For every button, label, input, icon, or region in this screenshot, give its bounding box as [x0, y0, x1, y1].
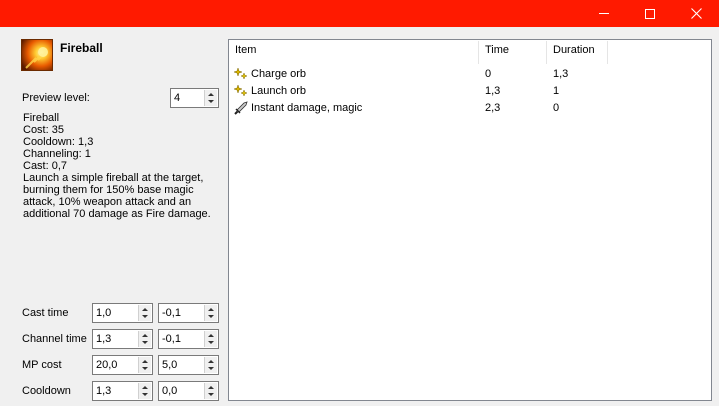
maximize-icon [645, 8, 655, 19]
stepper-arrows[interactable] [204, 331, 217, 347]
minimize-button[interactable] [581, 0, 627, 27]
channel-time-base-value[interactable]: 1,3 [96, 333, 111, 345]
list-item[interactable]: Charge orb 0 1,3 [229, 66, 711, 83]
column-divider[interactable] [546, 41, 547, 64]
skill-description: Fireball Cost: 35 Cooldown: 1,3 Channeli… [23, 112, 218, 220]
stepper-arrows[interactable] [204, 383, 217, 399]
cast-time-base-value[interactable]: 1,0 [96, 307, 111, 319]
desc-cooldown: Cooldown: 1,3 [23, 136, 94, 148]
cooldown-base-value[interactable]: 1,3 [96, 385, 111, 397]
chevron-up-icon[interactable] [142, 308, 148, 311]
chevron-up-icon[interactable] [142, 334, 148, 337]
channel-time-base-stepper[interactable]: 1,3 [92, 329, 153, 349]
close-button[interactable] [673, 0, 719, 27]
sword-icon [234, 101, 248, 115]
preview-level-stepper[interactable]: 4 [170, 88, 219, 108]
column-header-item[interactable]: Item [235, 44, 256, 56]
stepper-arrows[interactable] [138, 305, 151, 321]
skill-name: Fireball [60, 41, 103, 55]
stepper-arrows[interactable] [204, 305, 217, 321]
item-duration: 1 [553, 85, 560, 97]
mp-cost-base-value[interactable]: 20,0 [96, 359, 117, 371]
cooldown-base-stepper[interactable]: 1,3 [92, 381, 153, 401]
minimize-icon [599, 13, 609, 14]
cooldown-label: Cooldown [22, 385, 71, 397]
item-time: 1,3 [485, 85, 501, 97]
cooldown-level-stepper[interactable]: 0,0 [158, 381, 219, 401]
stepper-arrows[interactable] [204, 357, 217, 373]
channel-time-level-value[interactable]: -0,1 [162, 333, 181, 345]
chevron-up-icon[interactable] [142, 386, 148, 389]
fireball-icon [21, 39, 53, 71]
chevron-up-icon[interactable] [142, 360, 148, 363]
chevron-down-icon[interactable] [142, 341, 148, 344]
stepper-arrows[interactable] [138, 331, 151, 347]
mp-cost-level-stepper[interactable]: 5,0 [158, 355, 219, 375]
chevron-down-icon[interactable] [142, 393, 148, 396]
item-name: Instant damage, magic [251, 102, 363, 114]
stepper-arrows[interactable] [204, 90, 217, 106]
column-header-duration[interactable]: Duration [553, 44, 595, 56]
list-item[interactable]: Launch orb 1,3 1 [229, 83, 711, 100]
column-divider[interactable] [478, 41, 479, 64]
chevron-up-icon[interactable] [208, 308, 214, 311]
desc-cost: Cost: 35 [23, 124, 64, 136]
chevron-down-icon[interactable] [208, 393, 214, 396]
cast-time-base-stepper[interactable]: 1,0 [92, 303, 153, 323]
cast-time-label: Cast time [22, 307, 69, 319]
chevron-down-icon[interactable] [208, 367, 214, 370]
desc-cast: Cast: 0,7 [23, 160, 68, 172]
cast-time-level-stepper[interactable]: -0,1 [158, 303, 219, 323]
stepper-arrows[interactable] [138, 357, 151, 373]
column-divider[interactable] [607, 41, 608, 64]
chevron-down-icon[interactable] [142, 367, 148, 370]
mp-cost-level-value[interactable]: 5,0 [162, 359, 177, 371]
channel-time-level-stepper[interactable]: -0,1 [158, 329, 219, 349]
close-icon [690, 8, 702, 19]
item-time: 2,3 [485, 102, 501, 114]
chevron-up-icon[interactable] [208, 386, 214, 389]
mp-cost-label: MP cost [22, 359, 62, 371]
chevron-down-icon[interactable] [142, 315, 148, 318]
orb-sparkle-icon [234, 67, 248, 80]
mp-cost-base-stepper[interactable]: 20,0 [92, 355, 153, 375]
desc-title: Fireball [23, 112, 60, 124]
title-bar [0, 0, 719, 27]
chevron-down-icon[interactable] [208, 315, 214, 318]
preview-level-value[interactable]: 4 [174, 92, 180, 104]
chevron-up-icon[interactable] [208, 360, 214, 363]
chevron-down-icon[interactable] [208, 100, 214, 103]
desc-channeling: Channeling: 1 [23, 148, 91, 160]
timeline-list[interactable]: Item Time Duration Charge orb 0 1,3 Laun… [228, 39, 712, 401]
item-duration: 1,3 [553, 68, 569, 80]
item-name: Launch orb [251, 85, 307, 97]
chevron-up-icon[interactable] [208, 334, 214, 337]
orb-sparkle-icon [234, 84, 248, 97]
preview-level-label: Preview level: [22, 92, 90, 104]
channel-time-label: Channel time [22, 333, 87, 345]
list-item[interactable]: Instant damage, magic 2,3 0 [229, 100, 711, 117]
item-name: Charge orb [251, 68, 307, 80]
maximize-button[interactable] [627, 0, 673, 27]
cast-time-level-value[interactable]: -0,1 [162, 307, 181, 319]
chevron-down-icon[interactable] [208, 341, 214, 344]
item-time: 0 [485, 68, 492, 80]
cooldown-level-value[interactable]: 0,0 [162, 385, 177, 397]
stepper-arrows[interactable] [138, 383, 151, 399]
column-header-time[interactable]: Time [485, 44, 509, 56]
chevron-up-icon[interactable] [208, 93, 214, 96]
desc-text: Launch a simple fireball at the target, … [23, 172, 211, 220]
item-duration: 0 [553, 102, 560, 114]
